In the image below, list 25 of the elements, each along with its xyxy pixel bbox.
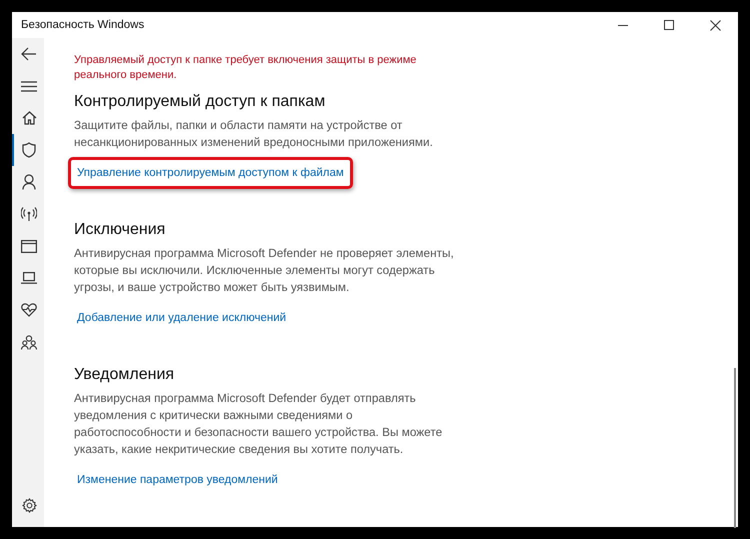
- back-arrow-icon: [21, 47, 37, 61]
- section-heading: Исключения: [74, 220, 166, 240]
- section-description: Антивирусная программа Microsoft Defender не проверяет элементы, которые вы исключили. Исключенные элементы могут содержать угрозы, и ваше устройство может быть уязвимым.: [74, 245, 455, 296]
- laptop-icon: [21, 272, 37, 284]
- section-heading: Уведомления: [74, 365, 176, 385]
- section-heading: Контролируемый доступ к папкам: [74, 92, 326, 112]
- menu-icon: [21, 80, 37, 92]
- section-link[interactable]: Управление контролируемым доступом к файлам: [68, 157, 353, 189]
- section-link[interactable]: Добавление или удаление исключений: [68, 302, 296, 334]
- window-title: Безопасность Windows: [21, 19, 144, 31]
- settings-icon: [22, 498, 36, 512]
- scrollbar[interactable]: [734, 368, 736, 528]
- browser-window-icon: [21, 240, 37, 252]
- people-icon: [21, 334, 37, 350]
- person-icon: [22, 174, 36, 190]
- home-icon: [22, 111, 36, 125]
- wireless-icon: [21, 207, 37, 221]
- section-description: Защитите файлы, папки и области памяти на устройстве от несанкционированных изменений вредоносными приложениями.: [74, 117, 434, 151]
- section-description: Антивирусная программа Microsoft Defender будет отправлять уведомления с критически важными сведениями о работоспособности и безопасности вашего устройства. Вы можете указать, какие некритические сведения вы хотите получать.: [74, 390, 444, 458]
- warning-message: Управляемый доступ к папке требует включения защиты в режиме реального времени.: [74, 53, 418, 83]
- shield-icon: [22, 142, 36, 158]
- heart-icon: [21, 303, 37, 317]
- section-link[interactable]: Изменение параметров уведомлений: [68, 464, 287, 496]
- close-icon: [710, 20, 720, 30]
- maximize-icon: [664, 20, 674, 30]
